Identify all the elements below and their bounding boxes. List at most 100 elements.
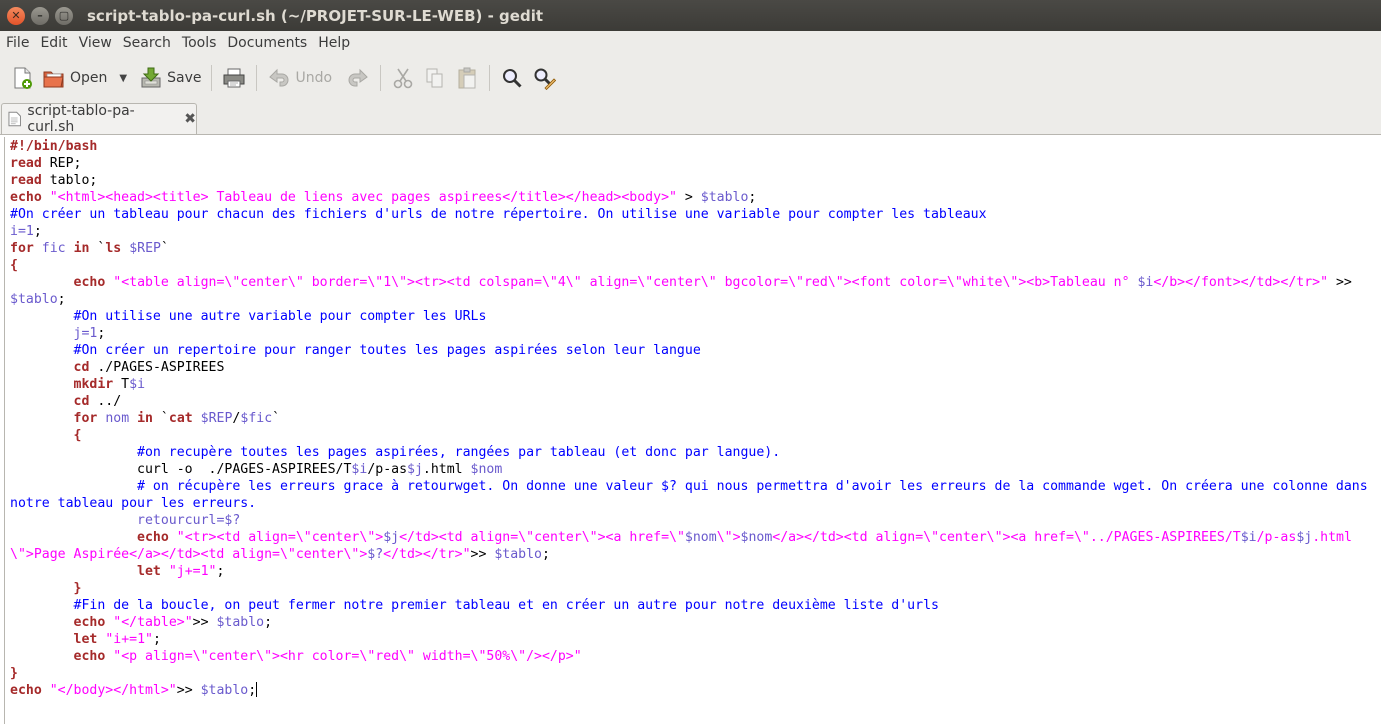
code-line: #on recupère toutes les pages aspirées, …	[10, 444, 1368, 461]
code-content: #!/bin/bash read REP; read tablo; echo "<ht…	[10, 138, 1368, 699]
code-line: read REP;	[10, 155, 1368, 172]
close-window-button[interactable]: ✕	[7, 6, 25, 25]
code-line: echo "</body></html>">> $tablo;	[10, 682, 1368, 699]
variable: $nom	[740, 530, 773, 545]
undo-icon	[269, 68, 289, 87]
maximize-window-button[interactable]: ▢	[55, 6, 73, 25]
keyword: let	[137, 564, 161, 579]
command: cat	[168, 411, 193, 426]
menu-search[interactable]: Search	[118, 35, 176, 51]
keyword: read	[10, 156, 42, 171]
open-folder-icon	[43, 71, 64, 88]
code-text: tablo;	[41, 173, 98, 188]
code-text: `	[89, 241, 106, 256]
open-button[interactable]: Open	[38, 60, 111, 96]
close-tab-icon[interactable]: ✖	[184, 111, 196, 127]
copy-button[interactable]	[419, 60, 451, 96]
code-line: for nom in `cat $REP/$fic`	[10, 410, 1368, 427]
keyword: echo	[137, 530, 169, 545]
keyword: read	[10, 173, 42, 188]
command: mkdir	[73, 377, 114, 392]
text-editor[interactable]: #!/bin/bash read REP; read tablo; echo "<ht…	[4, 137, 1381, 724]
code-text: curl -o ./PAGES-ASPIREES/T	[137, 462, 352, 477]
find-button[interactable]	[496, 60, 528, 96]
minimize-window-button[interactable]: –	[31, 6, 49, 25]
variable: $REP	[129, 241, 161, 256]
string-literal: "<tr><td align=\"center\">	[176, 530, 384, 545]
string-literal: \">	[716, 530, 741, 545]
variable: $nom	[470, 462, 503, 477]
code-text: ;	[152, 632, 161, 647]
paste-button[interactable]	[451, 60, 483, 96]
menu-edit[interactable]: Edit	[35, 35, 72, 51]
clipboard-icon	[458, 67, 476, 89]
keyword: for	[10, 241, 34, 256]
undo-button[interactable]: Undo	[263, 60, 336, 96]
comment: #On créer un repertoire pour ranger tout…	[73, 343, 701, 358]
menu-bar: File Edit View Search Tools Documents He…	[0, 31, 1381, 55]
comment: #on recupère toutes les pages aspirées, …	[137, 445, 781, 460]
variable-assignment: j=1	[73, 326, 98, 341]
code-line: echo "<table align=\"center\" border=\"1…	[10, 274, 1368, 291]
code-line: echo "</table>">> $tablo;	[10, 614, 1368, 631]
code-text: >	[676, 190, 701, 205]
variable: $?	[367, 547, 384, 562]
variable: $j	[407, 462, 423, 477]
code-text: ../	[89, 394, 122, 409]
comment: #On créer un tableau pour chacun des fic…	[10, 207, 987, 222]
code-line: notre tableau pour les erreurs.	[10, 495, 1368, 512]
tab-label: script-tablo-pa-curl.sh	[27, 103, 135, 135]
string-literal: "<html><head><title> Tableau de liens av…	[49, 190, 677, 205]
code-text: ;	[541, 547, 550, 562]
cut-button[interactable]	[387, 60, 419, 96]
save-button[interactable]: Save	[135, 60, 205, 96]
string-literal: "</body></html>"	[49, 683, 177, 698]
menu-view[interactable]: View	[74, 35, 117, 51]
code-line: {	[10, 257, 1368, 274]
print-button[interactable]	[218, 60, 250, 96]
keyword: let	[73, 632, 98, 647]
open-recent-dropdown[interactable]: ▼	[111, 60, 135, 96]
keyword: echo	[73, 275, 106, 290]
menu-help[interactable]: Help	[313, 35, 355, 51]
menu-file[interactable]: File	[1, 35, 34, 51]
tab-script-tablo-pa-curl[interactable]: script-tablo-pa-curl.sh ✖	[1, 103, 197, 135]
code-line: $tablo;	[10, 291, 1368, 308]
new-document-button[interactable]	[6, 60, 38, 96]
find-replace-button[interactable]	[528, 60, 560, 96]
menu-documents[interactable]: Documents	[222, 35, 312, 51]
keyword: echo	[73, 615, 106, 630]
shebang: #!/bin/bash	[10, 139, 98, 154]
string-literal: "i+=1"	[105, 632, 153, 647]
code-line: for fic in `ls $REP`	[10, 240, 1368, 257]
code-text: >>	[176, 683, 201, 698]
menu-tools[interactable]: Tools	[177, 35, 222, 51]
code-line: echo "<p align=\"center\"><hr color=\"re…	[10, 648, 1368, 665]
comment: #Fin de la boucle, on peut fermer notre …	[73, 598, 939, 613]
code-line: let "i+=1";	[10, 631, 1368, 648]
title-bar: ✕ – ▢ script-tablo-pa-curl.sh (~/PROJET-…	[0, 0, 1381, 31]
variable: $i	[1240, 530, 1257, 545]
code-line: #On utilise une autre variable pour comp…	[10, 308, 1368, 325]
variable: $tablo	[200, 683, 249, 698]
keyword: for	[73, 411, 98, 426]
string-literal: "</table>"	[113, 615, 193, 630]
redo-button[interactable]	[342, 60, 374, 96]
variable: $REP	[200, 411, 233, 426]
code-text: ;	[248, 683, 257, 698]
code-text: `	[272, 411, 281, 426]
code-line: let "j+=1";	[10, 563, 1368, 580]
string-literal: </a></td><td align=\"center\"><a href=\"…	[772, 530, 1241, 545]
toolbar-separator	[489, 65, 491, 91]
variable-assignment: retourcurl=$?	[137, 513, 241, 528]
code-text: ;	[33, 224, 42, 239]
